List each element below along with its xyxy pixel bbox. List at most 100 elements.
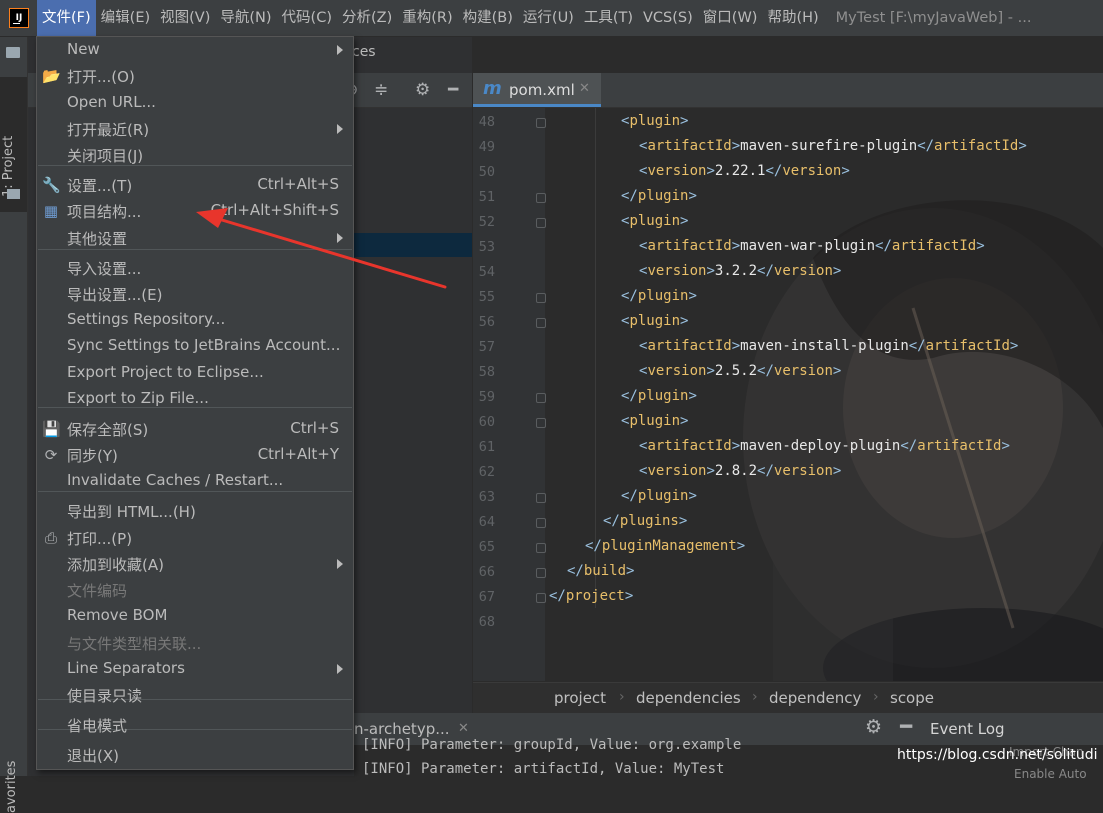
file-menu-item[interactable]: Open URL... bbox=[37, 90, 353, 116]
file-menu-item[interactable]: Export to Zip File... bbox=[37, 386, 353, 412]
file-menu-item[interactable]: 添加到收藏(A) bbox=[37, 551, 353, 577]
project-structure-icon[interactable] bbox=[6, 47, 20, 58]
file-menu-item[interactable]: 退出(X) bbox=[37, 742, 353, 768]
fold-marker-icon[interactable] bbox=[536, 193, 546, 203]
run-tab-label[interactable]: n-archetyp... bbox=[354, 720, 450, 738]
code-line: <artifactId>maven-war-plugin</artifactId… bbox=[639, 238, 985, 254]
intellij-logo-icon: IJ bbox=[9, 8, 29, 28]
menu-item-2[interactable]: 视图(V) bbox=[155, 0, 215, 36]
breadcrumb-item[interactable]: dependency bbox=[769, 689, 861, 707]
submenu-arrow-icon bbox=[337, 45, 343, 55]
code-token: > bbox=[832, 463, 842, 479]
hide-panel-icon[interactable]: ━ bbox=[448, 73, 458, 107]
file-menu-item[interactable]: ▦ 项目结构... Ctrl+Alt+Shift+S bbox=[37, 198, 353, 224]
file-menu-item[interactable]: 导入设置... bbox=[37, 255, 353, 281]
file-menu-item[interactable]: 💾 保存全部(S) Ctrl+S bbox=[37, 416, 353, 442]
fold-marker-icon[interactable] bbox=[536, 218, 546, 228]
file-menu-item[interactable]: New bbox=[37, 37, 353, 63]
menu-bar-items: 文件(F) 编辑(E) 视图(V) 导航(N) 代码(C) 分析(Z) 重构(R) 构建(B)… bbox=[37, 0, 824, 36]
project-tool-tab[interactable]: 1: Project bbox=[0, 77, 27, 212]
menu-item-shortcut: Ctrl+Alt+S bbox=[257, 175, 339, 193]
fold-marker-icon[interactable] bbox=[536, 543, 546, 553]
code-token: plugin bbox=[637, 388, 689, 404]
gear-icon[interactable]: ⚙ bbox=[415, 73, 430, 107]
fold-marker-icon[interactable] bbox=[536, 593, 546, 603]
menu-item-shortcut: Ctrl+Alt+Shift+S bbox=[210, 201, 339, 219]
file-menu-item[interactable]: 使目录只读 bbox=[37, 682, 353, 708]
code-line: <version>2.22.1</version> bbox=[639, 163, 850, 179]
breadcrumb-item[interactable]: project bbox=[554, 689, 606, 707]
file-menu-item[interactable]: 其他设置 bbox=[37, 225, 353, 251]
file-menu-item[interactable]: Invalidate Caches / Restart... bbox=[37, 468, 353, 494]
code-token: > bbox=[706, 263, 715, 279]
file-menu-item[interactable]: Remove BOM bbox=[37, 603, 353, 629]
menu-file[interactable]: 文件(F) bbox=[37, 0, 96, 36]
file-menu-item[interactable]: Settings Repository... bbox=[37, 307, 353, 333]
menu-item-label: 与文件类型相关联... bbox=[67, 635, 202, 653]
file-menu-item[interactable]: ⟳ 同步(Y) Ctrl+Alt+Y bbox=[37, 442, 353, 468]
fold-marker-icon[interactable] bbox=[536, 418, 546, 428]
menu-item-9[interactable]: 工具(T) bbox=[579, 0, 638, 36]
file-menu-item[interactable]: 导出到 HTML...(H) bbox=[37, 498, 353, 524]
fold-marker-icon[interactable] bbox=[536, 568, 546, 578]
menu-item-10[interactable]: VCS(S) bbox=[638, 0, 698, 36]
menu-item-3[interactable]: 导航(N) bbox=[215, 0, 276, 36]
menu-item-12[interactable]: 帮助(H) bbox=[762, 0, 823, 36]
code-token: > bbox=[688, 488, 697, 504]
left-tool-strip: 1: Project avorites bbox=[0, 37, 28, 813]
close-icon[interactable]: ✕ bbox=[458, 721, 469, 736]
menu-item-11[interactable]: 窗口(W) bbox=[698, 0, 763, 36]
breadcrumb-item[interactable]: dependencies bbox=[636, 689, 741, 707]
code-token: artifactId bbox=[647, 138, 732, 154]
menu-bar: IJ 文件(F) 编辑(E) 视图(V) 导航(N) 代码(C) 分析(Z) 重构(R) 构建… bbox=[0, 0, 1103, 37]
minimize-icon[interactable]: ━ bbox=[900, 714, 912, 738]
line-number: 68 bbox=[478, 614, 495, 630]
menu-item-7[interactable]: 构建(B) bbox=[458, 0, 518, 36]
code-line: </pluginManagement> bbox=[585, 538, 745, 554]
fold-marker-icon[interactable] bbox=[536, 393, 546, 403]
file-menu-item[interactable]: 关闭项目(J) bbox=[37, 142, 353, 168]
fold-marker-icon[interactable] bbox=[536, 118, 546, 128]
code-token: 2.5.2 bbox=[714, 363, 758, 379]
breadcrumb-item[interactable]: scope bbox=[890, 689, 934, 707]
menu-item-8[interactable]: 运行(U) bbox=[518, 0, 579, 36]
menu-item-1[interactable]: 编辑(E) bbox=[96, 0, 155, 36]
line-number: 54 bbox=[478, 264, 495, 280]
file-menu-item[interactable]: 省电模式 bbox=[37, 712, 353, 738]
file-menu-item[interactable]: 🔧 设置...(T) Ctrl+Alt+S bbox=[37, 172, 353, 198]
close-icon[interactable]: ✕ bbox=[579, 81, 590, 96]
collapse-all-icon[interactable]: ≑ bbox=[374, 73, 388, 107]
gear-icon[interactable]: ⚙ bbox=[865, 716, 882, 738]
fold-marker-icon[interactable] bbox=[536, 518, 546, 528]
menu-item-5[interactable]: 分析(Z) bbox=[337, 0, 397, 36]
code-editor[interactable]: 48 49 50 51 52 53 54 55 56 57 58 59 60 61 62 63 64 65 66 67… bbox=[473, 108, 1103, 681]
xml-breadcrumb: project › dependencies › dependency › scope bbox=[473, 682, 1103, 713]
menu-item-label: 退出(X) bbox=[67, 747, 119, 765]
selected-tree-row[interactable] bbox=[354, 233, 472, 257]
console-output: [INFO] Parameter: groupId, Value: org.ex… bbox=[354, 737, 1103, 781]
file-menu-item[interactable]: Line Separators bbox=[37, 656, 353, 682]
maven-file-icon: m bbox=[483, 78, 502, 99]
file-menu-item[interactable]: ⎙ 打印...(P) bbox=[37, 525, 353, 551]
file-menu-item[interactable]: 📂 打开...(O) bbox=[37, 63, 353, 89]
code-token: project bbox=[565, 588, 625, 604]
code-token: maven-war-plugin bbox=[740, 238, 876, 254]
code-line: <version>3.2.2</version> bbox=[639, 263, 841, 279]
fold-marker-icon[interactable] bbox=[536, 493, 546, 503]
file-menu-item[interactable]: 导出设置...(E) bbox=[37, 281, 353, 307]
code-token: > bbox=[688, 188, 697, 204]
fold-marker-icon[interactable] bbox=[536, 293, 546, 303]
code-token: > bbox=[680, 313, 689, 329]
tab-pom-xml[interactable]: m pom.xml ✕ bbox=[473, 73, 601, 107]
code-token: version bbox=[773, 463, 833, 479]
favorites-tab-label[interactable]: avorites bbox=[4, 761, 19, 813]
menu-item-6[interactable]: 重构(R) bbox=[397, 0, 457, 36]
file-menu-item[interactable]: Sync Settings to JetBrains Account... bbox=[37, 333, 353, 359]
file-menu-item: 与文件类型相关联... bbox=[37, 630, 353, 656]
code-line: <plugin> bbox=[621, 213, 688, 229]
menu-item-4[interactable]: 代码(C) bbox=[277, 0, 337, 36]
file-menu-item[interactable]: 打开最近(R) bbox=[37, 116, 353, 142]
fold-marker-icon[interactable] bbox=[536, 318, 546, 328]
event-log-tab[interactable]: Event Log bbox=[930, 720, 1005, 738]
file-menu-item[interactable]: Export Project to Eclipse... bbox=[37, 360, 353, 386]
